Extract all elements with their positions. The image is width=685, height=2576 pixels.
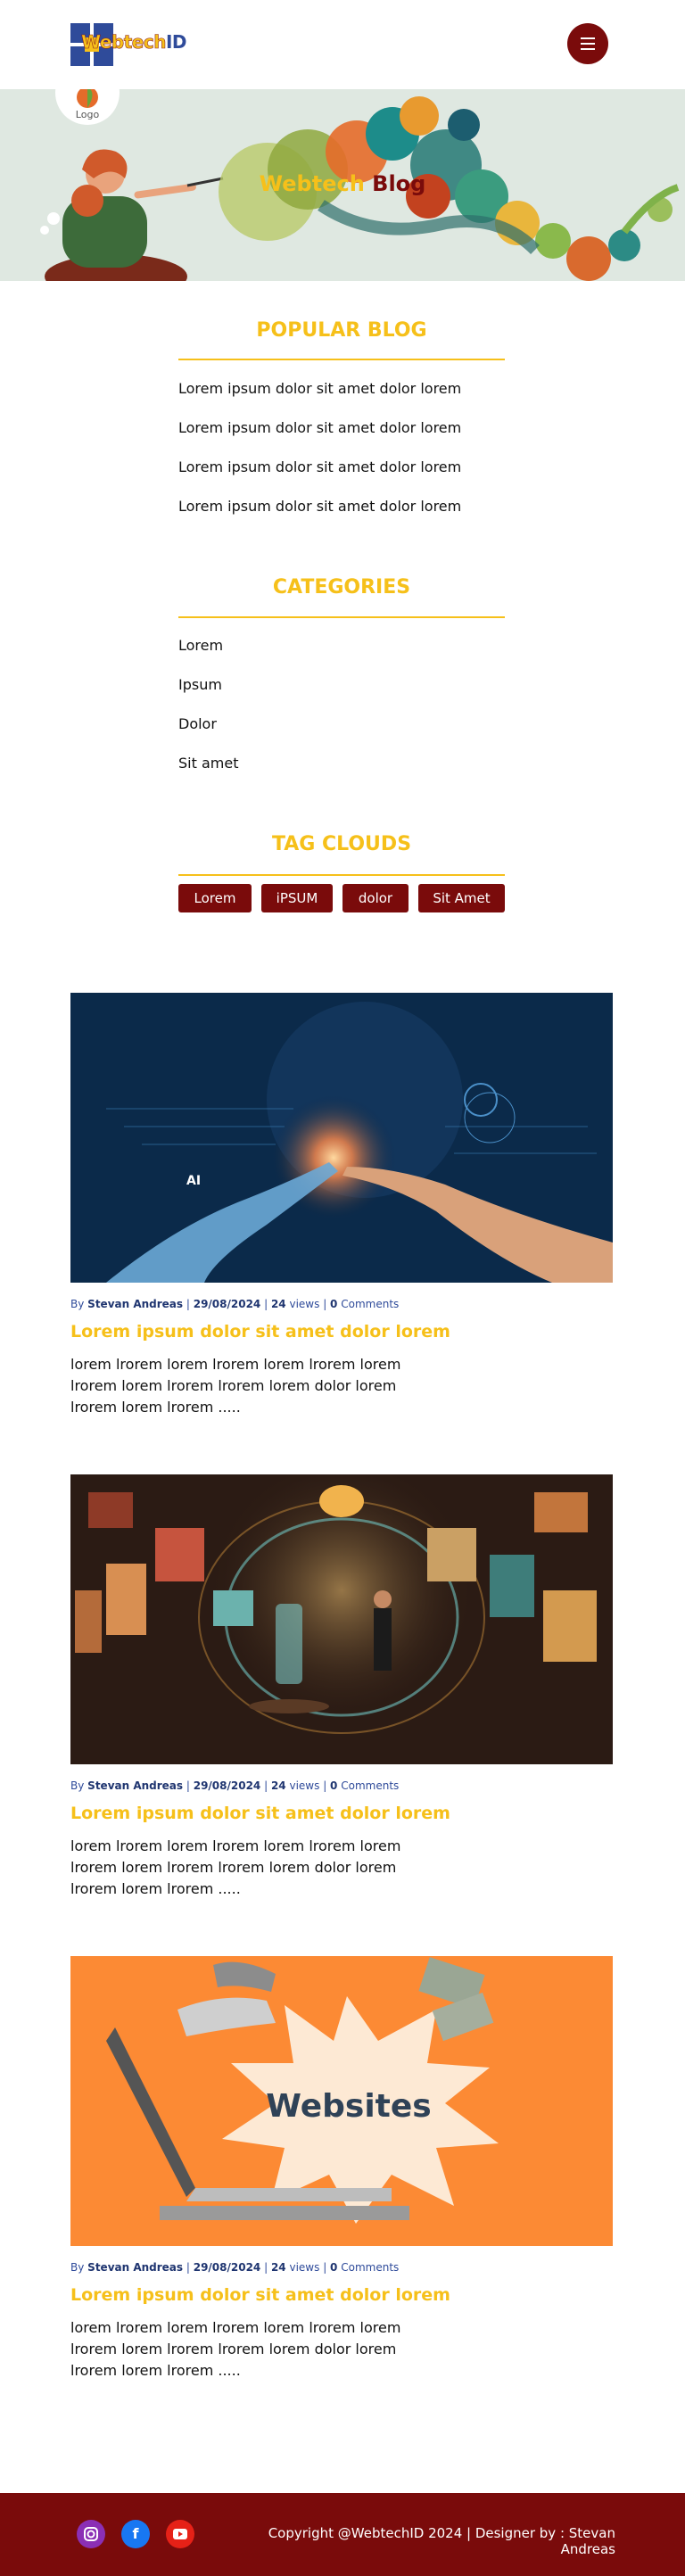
post-image[interactable]: Websites (70, 1956, 613, 2246)
websites-image-text: Websites (266, 2088, 431, 2125)
copyright-text: Copyright @WebtechID 2024 | Designer by … (268, 2525, 615, 2557)
post-views-label: views (289, 1298, 320, 1310)
post-meta: By Stevan Andreas | 29/08/2024 | 24 view… (70, 1298, 400, 1310)
post-date: 29/08/2024 (193, 2261, 261, 2274)
youtube-icon[interactable] (166, 2520, 194, 2548)
category-item[interactable]: Lorem (178, 637, 223, 654)
post-date: 29/08/2024 (193, 1779, 261, 1792)
post-excerpt: lorem lrorem lorem lrorem lorem lrorem l… (70, 2319, 401, 2379)
menu-button[interactable] (567, 23, 608, 64)
post-author[interactable]: Stevan Andreas (87, 1298, 183, 1310)
hero-title-part2: Blog (372, 171, 426, 196)
post-author[interactable]: Stevan Andreas (87, 1779, 183, 1792)
tag-ipsum[interactable]: iPSUM (261, 884, 333, 912)
websites-laptop-image: Websites (70, 1956, 613, 2246)
post-excerpt: lorem lrorem lorem lrorem lorem lrorem l… (70, 1356, 401, 1416)
logo-text-main: Webtech (81, 31, 167, 54)
digital-gallery-image (70, 1474, 613, 1764)
post-title[interactable]: Lorem ipsum dolor sit amet dolor lorem (70, 1804, 450, 1823)
post-excerpt: lorem lrorem lorem lrorem lorem lrorem l… (70, 1837, 401, 1897)
popular-blog-item[interactable]: Lorem ipsum dolor sit amet dolor lorem (178, 458, 461, 475)
svg-text:AI: AI (186, 1174, 201, 1188)
post-comments-count: 0 (330, 1298, 338, 1310)
popular-blog-item[interactable]: Lorem ipsum dolor sit amet dolor lorem (178, 498, 461, 515)
categories-divider (178, 616, 505, 618)
post-views-count: 24 (270, 1779, 286, 1792)
post-views-label: views (289, 2261, 320, 2274)
popular-blog-divider (178, 359, 505, 360)
tag-lorem[interactable]: Lorem (178, 884, 252, 912)
logo-placeholder-icon (77, 89, 98, 108)
post-author[interactable]: Stevan Andreas (87, 2261, 183, 2274)
site-logo[interactable]: WebtechID (70, 23, 187, 66)
site-header: WebtechID (0, 0, 685, 89)
post-title[interactable]: Lorem ipsum dolor sit amet dolor lorem (70, 2285, 450, 2305)
post-comments-label[interactable]: Comments (341, 1779, 399, 1792)
post-meta: By Stevan Andreas | 29/08/2024 | 24 view… (70, 2261, 400, 2274)
site-footer: f Copyright @WebtechID 2024 | Designer b… (0, 2493, 685, 2576)
post-date: 29/08/2024 (193, 1298, 261, 1310)
post-comments-count: 0 (330, 2261, 338, 2274)
tag-dolor[interactable]: dolor (342, 884, 409, 912)
category-item[interactable]: Ipsum (178, 676, 222, 693)
facebook-icon[interactable]: f (121, 2520, 150, 2548)
ai-hand-image: AI (70, 993, 613, 1283)
post-meta: By Stevan Andreas | 29/08/2024 | 24 view… (70, 1779, 400, 1792)
post-image[interactable] (70, 1474, 613, 1764)
hero-banner: Logo Webtech Blog (0, 89, 685, 281)
post-comments-label[interactable]: Comments (341, 2261, 399, 2274)
logo-text: WebtechID (81, 31, 187, 54)
post-comments-count: 0 (330, 1779, 338, 1792)
post-views-label: views (289, 1779, 320, 1792)
popular-blog-item[interactable]: Lorem ipsum dolor sit amet dolor lorem (178, 380, 461, 397)
tag-sit-amet[interactable]: Sit Amet (418, 884, 505, 912)
category-item[interactable]: Sit amet (178, 755, 238, 772)
post-image[interactable]: AI (70, 993, 613, 1283)
post-by-label: By (70, 2261, 85, 2274)
hero-title-part1: Webtech (259, 171, 365, 196)
tag-clouds-divider (178, 874, 505, 876)
post-views-count: 24 (270, 2261, 286, 2274)
tag-clouds-title: TAG CLOUDS (271, 833, 412, 855)
post-by-label: By (70, 1298, 85, 1310)
logo-text-id: ID (165, 31, 187, 53)
hamburger-icon-line (581, 43, 595, 45)
hamburger-icon-line (581, 48, 595, 50)
categories-title: CATEGORIES (272, 576, 411, 599)
instagram-icon[interactable] (77, 2520, 105, 2548)
popular-blog-title: POPULAR BLOG (256, 319, 427, 342)
post-title[interactable]: Lorem ipsum dolor sit amet dolor lorem (70, 1322, 450, 1342)
popular-blog-item[interactable]: Lorem ipsum dolor sit amet dolor lorem (178, 419, 461, 436)
post-by-label: By (70, 1779, 85, 1792)
hamburger-icon (581, 37, 595, 39)
hero-title: Webtech Blog (0, 171, 685, 196)
post-comments-label[interactable]: Comments (341, 1298, 399, 1310)
category-item[interactable]: Dolor (178, 715, 217, 732)
logo-placeholder-label: Logo (75, 109, 100, 120)
post-views-count: 24 (270, 1298, 286, 1310)
